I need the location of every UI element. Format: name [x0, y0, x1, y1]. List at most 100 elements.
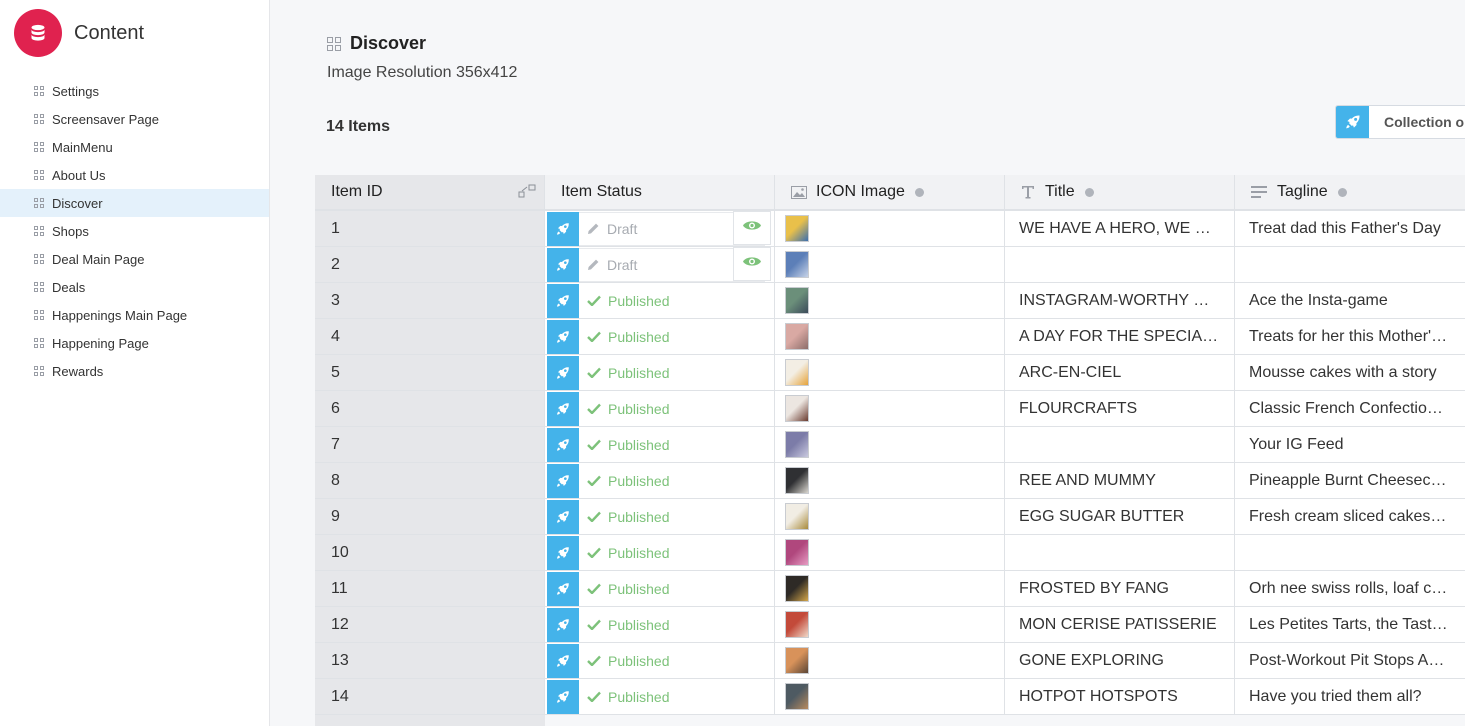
thumbnail-image[interactable]: [785, 359, 809, 386]
sidebar-item-shops[interactable]: Shops: [0, 217, 269, 245]
title-cell[interactable]: GONE EXPLORING: [1005, 643, 1235, 678]
publish-rocket-button[interactable]: [547, 283, 579, 318]
sidebar-item-screensaver-page[interactable]: Screensaver Page: [0, 105, 269, 133]
table-row[interactable]: 13 Published GONE EXPLORING Post-Workout Pi…: [315, 643, 1465, 679]
item-status-cell[interactable]: Draft: [545, 247, 775, 282]
icon-image-cell[interactable]: [775, 499, 1005, 534]
tagline-cell[interactable]: [1235, 247, 1465, 282]
icon-image-cell[interactable]: [775, 247, 1005, 282]
thumbnail-image[interactable]: [785, 251, 809, 278]
tagline-cell[interactable]: Treat dad this Father's Day: [1235, 211, 1465, 246]
item-id-cell[interactable]: 12: [315, 607, 545, 642]
tagline-cell[interactable]: Ace the Insta-game: [1235, 283, 1465, 318]
table-row[interactable]: 7 Published Your IG Feed: [315, 427, 1465, 463]
icon-image-cell[interactable]: [775, 643, 1005, 678]
table-row[interactable]: 2 Draft: [315, 247, 1465, 283]
publish-rocket-button[interactable]: [547, 643, 579, 678]
thumbnail-image[interactable]: [785, 575, 809, 602]
icon-image-cell[interactable]: [775, 571, 1005, 606]
title-cell[interactable]: HOTPOT HOTSPOTS: [1005, 679, 1235, 714]
title-cell[interactable]: [1005, 535, 1235, 570]
sidebar-item-happening-page[interactable]: Happening Page: [0, 329, 269, 357]
tagline-cell[interactable]: Have you tried them all?: [1235, 679, 1465, 714]
column-header-item-status[interactable]: Item Status: [545, 175, 775, 209]
icon-image-cell[interactable]: [775, 463, 1005, 498]
tagline-cell[interactable]: Your IG Feed: [1235, 427, 1465, 462]
info-icon[interactable]: [914, 187, 924, 197]
item-status-cell[interactable]: Published: [545, 679, 775, 714]
item-id-cell[interactable]: 3: [315, 283, 545, 318]
tagline-cell[interactable]: [1235, 535, 1465, 570]
title-cell[interactable]: FROSTED BY FANG: [1005, 571, 1235, 606]
table-row[interactable]: 4 Published A DAY FOR THE SPECIAL WOMAN Tre…: [315, 319, 1465, 355]
publish-rocket-button[interactable]: [547, 319, 579, 354]
expand-icon[interactable]: [518, 184, 536, 198]
thumbnail-image[interactable]: [785, 215, 809, 242]
title-cell[interactable]: INSTAGRAM-WORTHY SPOTS: [1005, 283, 1235, 318]
item-status-cell[interactable]: Published: [545, 319, 775, 354]
preview-eye-button[interactable]: [733, 211, 771, 245]
item-id-cell[interactable]: 8: [315, 463, 545, 498]
item-status-cell[interactable]: Published: [545, 607, 775, 642]
item-status-cell[interactable]: Published: [545, 535, 775, 570]
icon-image-cell[interactable]: [775, 355, 1005, 390]
item-status-cell[interactable]: Published: [545, 391, 775, 426]
sidebar-item-discover[interactable]: Discover: [0, 189, 269, 217]
item-id-cell[interactable]: 13: [315, 643, 545, 678]
table-row[interactable]: 10 Published: [315, 535, 1465, 571]
item-id-cell[interactable]: 6: [315, 391, 545, 426]
item-id-cell[interactable]: 4: [315, 319, 545, 354]
sidebar-item-deal-main-page[interactable]: Deal Main Page: [0, 245, 269, 273]
icon-image-cell[interactable]: [775, 319, 1005, 354]
table-row[interactable]: 1 Draft WE HAVE A HERO, WE CAN'T WAIT Treat…: [315, 211, 1465, 247]
item-id-cell[interactable]: 10: [315, 535, 545, 570]
thumbnail-image[interactable]: [785, 647, 809, 674]
publish-rocket-button[interactable]: [547, 607, 579, 642]
title-cell[interactable]: WE HAVE A HERO, WE CAN'T WAIT: [1005, 211, 1235, 246]
tagline-cell[interactable]: Fresh cream sliced cakes and more: [1235, 499, 1465, 534]
thumbnail-image[interactable]: [785, 431, 809, 458]
item-status-cell[interactable]: Published: [545, 571, 775, 606]
item-id-cell[interactable]: 14: [315, 679, 545, 714]
column-header-item-id[interactable]: Item ID: [315, 175, 545, 209]
table-row[interactable]: 3 Published INSTAGRAM-WORTHY SPOTS Ace the …: [315, 283, 1465, 319]
item-status-cell[interactable]: Published: [545, 463, 775, 498]
item-status-cell[interactable]: Published: [545, 499, 775, 534]
thumbnail-image[interactable]: [785, 395, 809, 422]
item-status-cell[interactable]: Published: [545, 283, 775, 318]
icon-image-cell[interactable]: [775, 391, 1005, 426]
item-id-cell[interactable]: 2: [315, 247, 545, 282]
item-id-cell[interactable]: 11: [315, 571, 545, 606]
title-cell[interactable]: ARC-EN-CIEL: [1005, 355, 1235, 390]
thumbnail-image[interactable]: [785, 287, 809, 314]
publish-rocket-button[interactable]: [547, 427, 579, 462]
item-id-cell[interactable]: 9: [315, 499, 545, 534]
sidebar-item-deals[interactable]: Deals: [0, 273, 269, 301]
table-row[interactable]: 12 Published MON CERISE PATISSERIE Les Peti…: [315, 607, 1465, 643]
preview-eye-button[interactable]: [733, 247, 771, 281]
publish-rocket-button[interactable]: [547, 391, 579, 426]
publish-rocket-button[interactable]: [547, 463, 579, 498]
title-cell[interactable]: REE AND MUMMY: [1005, 463, 1235, 498]
publish-rocket-button[interactable]: [547, 211, 579, 246]
thumbnail-image[interactable]: [785, 467, 809, 494]
item-status-cell[interactable]: Published: [545, 355, 775, 390]
title-cell[interactable]: A DAY FOR THE SPECIAL WOMAN: [1005, 319, 1235, 354]
tagline-cell[interactable]: Classic French Confectionery: [1235, 391, 1465, 426]
collection-options-button[interactable]: Collection op: [1335, 105, 1465, 139]
title-cell[interactable]: MON CERISE PATISSERIE: [1005, 607, 1235, 642]
thumbnail-image[interactable]: [785, 323, 809, 350]
tagline-cell[interactable]: Treats for her this Mother's Day: [1235, 319, 1465, 354]
title-cell[interactable]: FLOURCRAFTS: [1005, 391, 1235, 426]
sidebar-item-happenings-main-page[interactable]: Happenings Main Page: [0, 301, 269, 329]
info-icon[interactable]: [1084, 187, 1094, 197]
publish-rocket-button[interactable]: [547, 499, 579, 534]
item-id-cell[interactable]: 5: [315, 355, 545, 390]
icon-image-cell[interactable]: [775, 535, 1005, 570]
table-row[interactable]: 11 Published FROSTED BY FANG Orh nee swiss …: [315, 571, 1465, 607]
tagline-cell[interactable]: Post-Workout Pit Stops Around: [1235, 643, 1465, 678]
thumbnail-image[interactable]: [785, 611, 809, 638]
item-id-cell[interactable]: 7: [315, 427, 545, 462]
publish-rocket-button[interactable]: [547, 679, 579, 714]
sidebar-item-mainmenu[interactable]: MainMenu: [0, 133, 269, 161]
